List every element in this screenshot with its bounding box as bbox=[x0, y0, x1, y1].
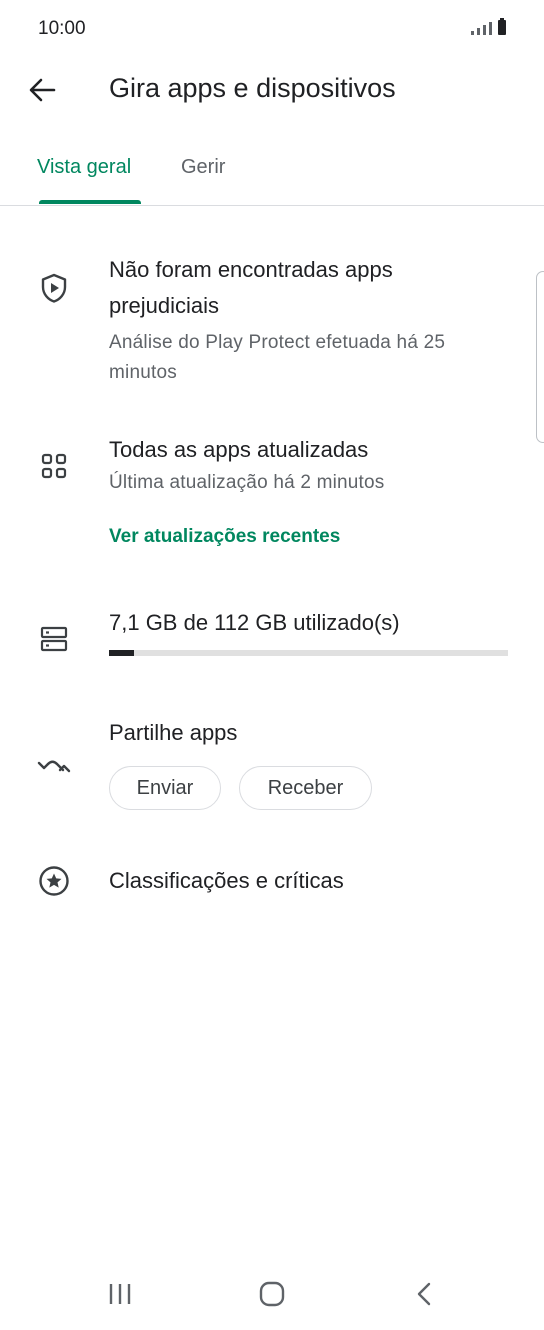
updates-title: Todas as apps atualizadas bbox=[109, 437, 369, 462]
storage-progress-fill bbox=[109, 650, 135, 656]
signal-icon-bar bbox=[483, 25, 486, 35]
updates-subtitle: Última atualização há 2 minutos bbox=[109, 472, 385, 493]
page-title: Gira apps e dispositivos bbox=[109, 73, 396, 103]
signal-icon-bar bbox=[471, 31, 474, 35]
status-icons bbox=[471, 18, 506, 35]
battery-icon bbox=[498, 18, 506, 35]
recent-updates-link[interactable]: Ver atualizações recentes bbox=[109, 526, 340, 548]
nav-back-icon[interactable] bbox=[410, 1276, 438, 1317]
storage-icon bbox=[38, 623, 70, 655]
storage-label[interactable]: 7,1 GB de 112 GB utilizado(s) bbox=[109, 605, 400, 641]
tab-overview[interactable]: Vista geral bbox=[37, 156, 131, 179]
protect-subtitle-line1: Análise do Play Protect efetuada há 25 bbox=[109, 332, 446, 353]
ratings-reviews-item[interactable]: Classificações e críticas bbox=[109, 863, 344, 899]
protect-subtitle-line2: minutos bbox=[109, 362, 177, 383]
tab-indicator bbox=[39, 200, 141, 204]
shield-play-icon bbox=[38, 272, 70, 304]
status-time: 10:00 bbox=[38, 18, 86, 39]
apps-grid-icon bbox=[38, 450, 70, 482]
home-icon[interactable] bbox=[256, 1276, 288, 1317]
share-title: Partilhe apps bbox=[109, 720, 238, 745]
protect-title-line2: prejudiciais bbox=[109, 293, 220, 318]
scroll-edge-handle bbox=[536, 271, 544, 443]
storage-progress-bar bbox=[109, 650, 508, 656]
receive-button[interactable]: Receber bbox=[239, 766, 372, 810]
signal-icon-bar bbox=[489, 22, 492, 35]
protect-section[interactable]: Não foram encontradas apps prejudiciais … bbox=[109, 252, 509, 388]
updates-section[interactable]: Todas as apps atualizadas Última atualiz… bbox=[109, 432, 509, 498]
tab-divider bbox=[0, 205, 544, 206]
signal-icon-bar bbox=[477, 28, 480, 35]
nearby-share-icon bbox=[36, 751, 71, 783]
back-arrow-icon[interactable] bbox=[24, 72, 60, 108]
protect-title-line1: Não foram encontradas apps bbox=[109, 257, 393, 282]
star-circle-icon bbox=[38, 865, 70, 897]
send-button[interactable]: Enviar bbox=[109, 766, 221, 810]
tab-manage[interactable]: Gerir bbox=[181, 156, 225, 179]
recent-apps-icon[interactable] bbox=[107, 1276, 135, 1317]
